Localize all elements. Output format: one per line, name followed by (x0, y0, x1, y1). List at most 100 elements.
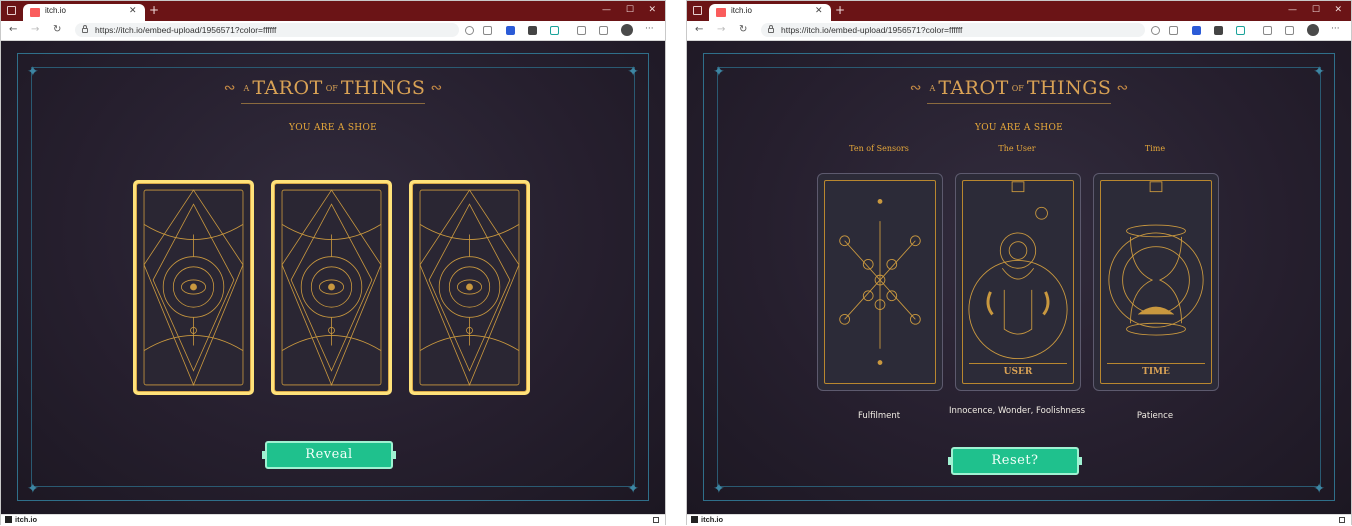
extension-icon[interactable] (1236, 26, 1245, 35)
flourish-icon: ∾ (223, 80, 236, 96)
extension-icon[interactable] (1214, 26, 1223, 35)
card-back-art (136, 183, 251, 392)
window-icon[interactable] (7, 6, 16, 15)
maximize-icon[interactable]: ☐ (1312, 5, 1320, 15)
maximize-icon[interactable]: ☐ (626, 5, 634, 15)
tab-close-icon[interactable]: ✕ (129, 6, 137, 17)
address-bar[interactable]: https://itch.io/embed-upload/1956571?col… (761, 23, 1145, 37)
card-face-the-user[interactable]: USER (955, 173, 1081, 391)
card-face-label: USER (1003, 367, 1033, 377)
itchio-logo-icon (691, 516, 698, 523)
back-arrow-icon[interactable]: ← (695, 24, 703, 36)
card-name: Ten of Sensors (849, 144, 909, 153)
back-arrow-icon[interactable]: ← (9, 24, 17, 36)
lock-icon[interactable] (768, 25, 774, 33)
reveal-button[interactable]: Reveal (262, 441, 396, 469)
profile-avatar[interactable] (621, 24, 633, 36)
game-title: ∾ A TAROT OF THINGS ∾ (687, 77, 1351, 99)
favorite-icon[interactable] (483, 26, 492, 35)
favorites-bar-icon[interactable] (1263, 26, 1272, 35)
card-face-ten-of-sensors[interactable] (817, 173, 943, 391)
browser-toolbar: ← → ↻ https://itch.io/embed-upload/19565… (687, 21, 1351, 41)
collections-icon[interactable] (599, 26, 608, 35)
lock-icon[interactable] (82, 25, 88, 33)
card-art (824, 180, 936, 384)
star-ornament-icon: ✦ (27, 481, 39, 497)
star-ornament-icon: ✦ (627, 481, 639, 497)
close-window-icon[interactable]: ✕ (1334, 5, 1342, 15)
tab-close-icon[interactable]: ✕ (815, 6, 823, 17)
title-word: THINGS (340, 77, 426, 99)
profile-avatar[interactable] (1307, 24, 1319, 36)
extension-icon[interactable] (1192, 26, 1201, 35)
browser-toolbar: ← → ↻ https://itch.io/embed-upload/19565… (1, 21, 665, 41)
tab-title: itch.io (731, 6, 752, 15)
status-label[interactable]: itch.io (15, 515, 37, 525)
hourglass-icon (1108, 181, 1204, 336)
flourish-icon: ∾ (1116, 80, 1129, 96)
game-canvas[interactable]: ✦ ✦ ✦ ✦ ∾ A TAROT OF THINGS ∾ YOU ARE A SHO… (1, 41, 665, 514)
tracking-icon[interactable] (465, 26, 474, 35)
extension-icon[interactable] (550, 26, 559, 35)
card-face-label: TIME (1142, 367, 1170, 377)
game-canvas[interactable]: ✦ ✦ ✦ ✦ ∾ A TAROT OF THINGS ∾ YOU ARE A SHO… (687, 41, 1351, 514)
button-cap (262, 451, 266, 459)
status-bar: itch.io (687, 514, 1351, 526)
favorite-icon[interactable] (1169, 26, 1178, 35)
url-text[interactable]: https://itch.io/embed-upload/1956571?col… (95, 24, 276, 36)
minimize-icon[interactable]: — (602, 5, 611, 15)
card-back[interactable] (133, 180, 254, 395)
label-divider (969, 363, 1067, 364)
card-meaning: Patience (1136, 411, 1174, 421)
favorites-bar-icon[interactable] (577, 26, 586, 35)
forward-arrow-icon[interactable]: → (717, 24, 725, 36)
title-word: THINGS (1026, 77, 1112, 99)
card-back-pattern-icon (419, 189, 520, 387)
tracking-icon[interactable] (1151, 26, 1160, 35)
forward-arrow-icon[interactable]: → (31, 24, 39, 36)
game-title: ∾ A TAROT OF THINGS ∾ (1, 77, 665, 99)
reload-icon[interactable]: ↻ (53, 24, 61, 36)
title-divider (927, 103, 1111, 104)
fullscreen-icon[interactable] (1339, 517, 1345, 523)
extension-icon[interactable] (528, 26, 537, 35)
status-label[interactable]: itch.io (701, 515, 723, 525)
reset-label: Reset? (991, 453, 1039, 468)
diver-helmet-icon (968, 181, 1068, 360)
new-tab-icon[interactable]: + (149, 4, 159, 17)
star-ornament-icon: ✦ (1313, 481, 1325, 497)
status-bar: itch.io (1, 514, 665, 526)
title-word: TAROT (938, 77, 1009, 99)
close-window-icon[interactable]: ✕ (648, 5, 656, 15)
browser-tab[interactable]: itch.io ✕ (709, 4, 831, 21)
star-ornament-icon: ✦ (713, 481, 725, 497)
flourish-icon: ∾ (430, 80, 443, 96)
browser-tab[interactable]: itch.io ✕ (23, 4, 145, 21)
result-text: YOU ARE A SHOE (975, 123, 1063, 133)
url-text[interactable]: https://itch.io/embed-upload/1956571?col… (781, 24, 962, 36)
card-art: USER (962, 180, 1074, 384)
card-back[interactable] (271, 180, 392, 395)
card-name: Time (1144, 144, 1166, 153)
title-of: OF (1011, 83, 1024, 93)
title-bar: itch.io ✕ + — ☐ ✕ (1, 1, 665, 21)
card-back[interactable] (409, 180, 530, 395)
minimize-icon[interactable]: — (1288, 5, 1297, 15)
collections-icon[interactable] (1285, 26, 1294, 35)
itchio-favicon (30, 8, 40, 17)
extension-icon[interactable] (506, 26, 515, 35)
card-name: The User (998, 144, 1036, 153)
reset-button[interactable]: Reset? (948, 447, 1082, 475)
reveal-label: Reveal (305, 447, 353, 462)
more-menu-icon[interactable]: ··· (645, 23, 654, 35)
fullscreen-icon[interactable] (653, 517, 659, 523)
more-menu-icon[interactable]: ··· (1331, 23, 1340, 35)
card-face-time[interactable]: TIME (1093, 173, 1219, 391)
browser-window-right: itch.io ✕ + — ☐ ✕ ← → ↻ https://itch.io/… (686, 0, 1352, 526)
reload-icon[interactable]: ↻ (739, 24, 747, 36)
new-tab-icon[interactable]: + (835, 4, 845, 17)
window-icon[interactable] (693, 6, 702, 15)
card-back-art (274, 183, 389, 392)
address-bar[interactable]: https://itch.io/embed-upload/1956571?col… (75, 23, 459, 37)
title-word: TAROT (252, 77, 323, 99)
